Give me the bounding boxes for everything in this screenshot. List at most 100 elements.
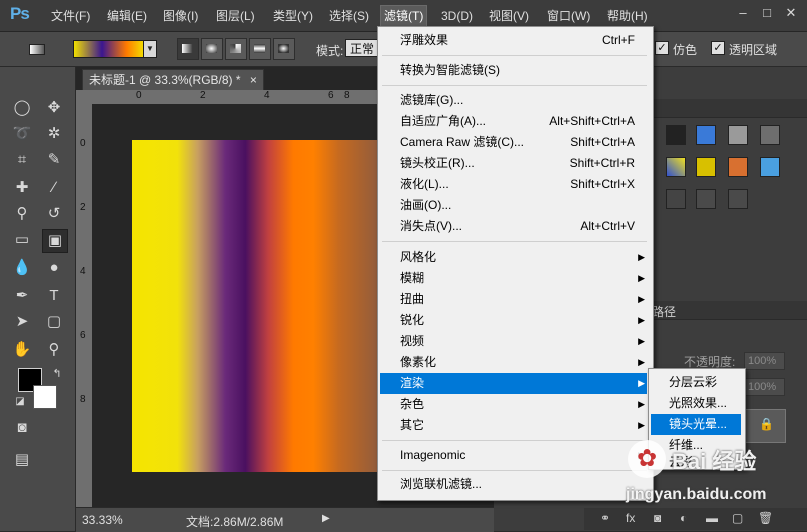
dither-checkbox[interactable]: ✓ — [655, 41, 669, 55]
menu-item-video[interactable]: 视频 — [400, 331, 424, 352]
adjustment-layer-icon[interactable]: ◐ — [680, 511, 687, 525]
type-tool-icon[interactable]: T — [42, 285, 66, 307]
menu-item-sharpen[interactable]: 锐化 — [400, 310, 424, 331]
menu-view[interactable]: 视图(V) — [486, 6, 532, 26]
fx-icon[interactable]: fx — [626, 511, 635, 525]
style-swatch[interactable] — [666, 189, 686, 209]
new-layer-icon[interactable]: ▢ — [732, 511, 743, 525]
lasso-tool-icon[interactable]: ➰ — [10, 123, 34, 145]
clone-stamp-icon[interactable]: ⚲ — [10, 203, 34, 225]
menu-type[interactable]: 类型(Y) — [270, 6, 316, 26]
menu-item-emboss[interactable]: 浮雕效果 — [400, 30, 448, 51]
zoom-tool-icon[interactable]: ⚲ — [42, 339, 66, 361]
menu-3d[interactable]: 3D(D) — [438, 6, 476, 26]
eraser-tool-icon[interactable]: ▭ — [10, 229, 34, 251]
style-swatch[interactable] — [696, 125, 716, 145]
default-colors-icon[interactable]: ◪ — [8, 391, 32, 413]
eyedropper-icon[interactable]: ✎ — [42, 149, 66, 171]
quick-mask-icon[interactable]: ◙ — [10, 417, 34, 439]
menu-item-imagenomic[interactable]: Imagenomic — [400, 445, 465, 466]
submenu-item-lighting-effects[interactable]: 光照效果... — [669, 393, 727, 414]
mode-select[interactable]: 正常 — [345, 39, 379, 57]
linear-gradient-button[interactable] — [177, 38, 199, 60]
menu-window[interactable]: 窗口(W) — [544, 6, 593, 26]
rectangle-tool-icon[interactable]: ▢ — [42, 311, 66, 333]
close-tab-icon[interactable]: × — [250, 73, 257, 87]
menu-item-liquify[interactable]: 液化(L)... — [400, 174, 449, 195]
menu-item-stylize[interactable]: 风格化 — [400, 247, 436, 268]
chevron-down-icon[interactable]: ▼ — [143, 40, 157, 58]
group-folder-icon[interactable]: ▬ — [706, 511, 718, 525]
menu-filter[interactable]: 滤镜(T) — [380, 5, 428, 27]
style-swatch[interactable] — [728, 189, 748, 209]
tool-preset-picker[interactable] — [26, 38, 48, 60]
healing-brush-icon[interactable]: ✚ — [10, 177, 34, 199]
pen-tool-icon[interactable]: ✒ — [10, 285, 34, 307]
screen-mode-icon[interactable]: ▤ — [10, 449, 34, 471]
gradient-tool-button[interactable]: ▣ — [42, 229, 68, 253]
submenu-item-lens-flare[interactable]: 镜头光晕... — [651, 414, 741, 435]
menu-item-vanishing-point[interactable]: 消失点(V)... — [400, 216, 462, 237]
blur-tool-icon[interactable]: 💧 — [10, 257, 34, 279]
trash-icon[interactable]: 🗑 — [758, 511, 773, 525]
menu-item-browse-online-filters[interactable]: 浏览联机滤镜... — [400, 474, 482, 495]
style-swatch[interactable] — [728, 157, 748, 177]
menu-item-noise[interactable]: 杂色 — [400, 394, 424, 415]
style-swatch[interactable] — [728, 125, 748, 145]
style-swatch[interactable] — [760, 125, 780, 145]
menu-select[interactable]: 选择(S) — [326, 6, 372, 26]
path-select-icon[interactable]: ➤ — [10, 311, 34, 333]
menu-file[interactable]: 文件(F) — [48, 6, 93, 26]
link-layers-icon[interactable]: ⚭ — [600, 511, 610, 525]
gradient-canvas[interactable] — [132, 140, 384, 472]
crop-tool-icon[interactable]: ⌗ — [10, 149, 34, 171]
reflected-gradient-button[interactable] — [249, 38, 271, 60]
close-window-button[interactable]: ✕ — [780, 5, 802, 21]
angle-gradient-button[interactable] — [225, 38, 247, 60]
status-menu-arrow[interactable]: ▶ — [322, 513, 330, 524]
marquee-tool-icon[interactable]: ◯ — [10, 97, 34, 119]
style-swatch[interactable] — [696, 189, 716, 209]
opacity-field[interactable]: 100% — [744, 352, 785, 370]
menu-item-lens-correction[interactable]: 镜头校正(R)... — [400, 153, 475, 174]
menu-item-distort[interactable]: 扭曲 — [400, 289, 424, 310]
diamond-gradient-button[interactable] — [273, 38, 295, 60]
move-tool-icon[interactable]: ✥ — [42, 97, 66, 119]
menu-item-render[interactable]: 渲染 — [380, 373, 647, 394]
fill-field[interactable]: 100% — [744, 378, 785, 396]
menu-item-adaptive-wide-angle[interactable]: 自适应广角(A)... — [400, 111, 486, 132]
menu-layer[interactable]: 图层(L) — [213, 6, 258, 26]
style-swatch[interactable] — [696, 157, 716, 177]
style-swatch[interactable] — [760, 157, 780, 177]
transparency-checkbox[interactable]: ✓ — [711, 41, 725, 55]
background-color[interactable] — [33, 385, 57, 409]
style-swatch[interactable] — [666, 157, 686, 177]
minimize-button[interactable]: – — [732, 5, 754, 21]
magic-wand-icon[interactable]: ✲ — [42, 123, 66, 145]
hand-tool-icon[interactable]: ✋ — [10, 339, 34, 361]
menu-item-blur[interactable]: 模糊 — [400, 268, 424, 289]
add-mask-icon[interactable]: ◙ — [654, 511, 661, 525]
maximize-button[interactable]: □ — [756, 5, 778, 21]
menu-item-convert-smart-filter[interactable]: 转换为智能滤镜(S) — [400, 60, 500, 81]
menu-edit[interactable]: 编辑(E) — [104, 6, 150, 26]
style-swatch[interactable] — [666, 125, 686, 145]
submenu-item-clouds[interactable]: 云彩 — [669, 452, 693, 473]
gradient-swatch[interactable] — [73, 40, 145, 58]
menu-item-other[interactable]: 其它 — [400, 415, 424, 436]
dodge-tool-icon[interactable]: ● — [42, 257, 66, 279]
menu-item-oil-paint[interactable]: 油画(O)... — [400, 195, 451, 216]
menu-image[interactable]: 图像(I) — [160, 6, 201, 26]
menu-item-camera-raw[interactable]: Camera Raw 滤镜(C)... — [400, 132, 524, 153]
swap-colors-icon[interactable]: ↰ — [45, 363, 69, 385]
zoom-level[interactable]: 33.33% — [82, 513, 123, 527]
paths-tab[interactable]: 路径 — [652, 303, 676, 320]
menu-item-filter-gallery[interactable]: 滤镜库(G)... — [400, 90, 463, 111]
menu-item-pixelate[interactable]: 像素化 — [400, 352, 436, 373]
menu-help[interactable]: 帮助(H) — [604, 6, 651, 26]
brush-tool-icon[interactable]: ∕ — [42, 177, 66, 199]
radial-gradient-button[interactable] — [201, 38, 223, 60]
history-brush-icon[interactable]: ↺ — [42, 203, 66, 225]
submenu-item-difference-clouds[interactable]: 分层云彩 — [669, 372, 717, 393]
document-tab[interactable]: 未标题-1 @ 33.3%(RGB/8) * × — [82, 69, 264, 91]
